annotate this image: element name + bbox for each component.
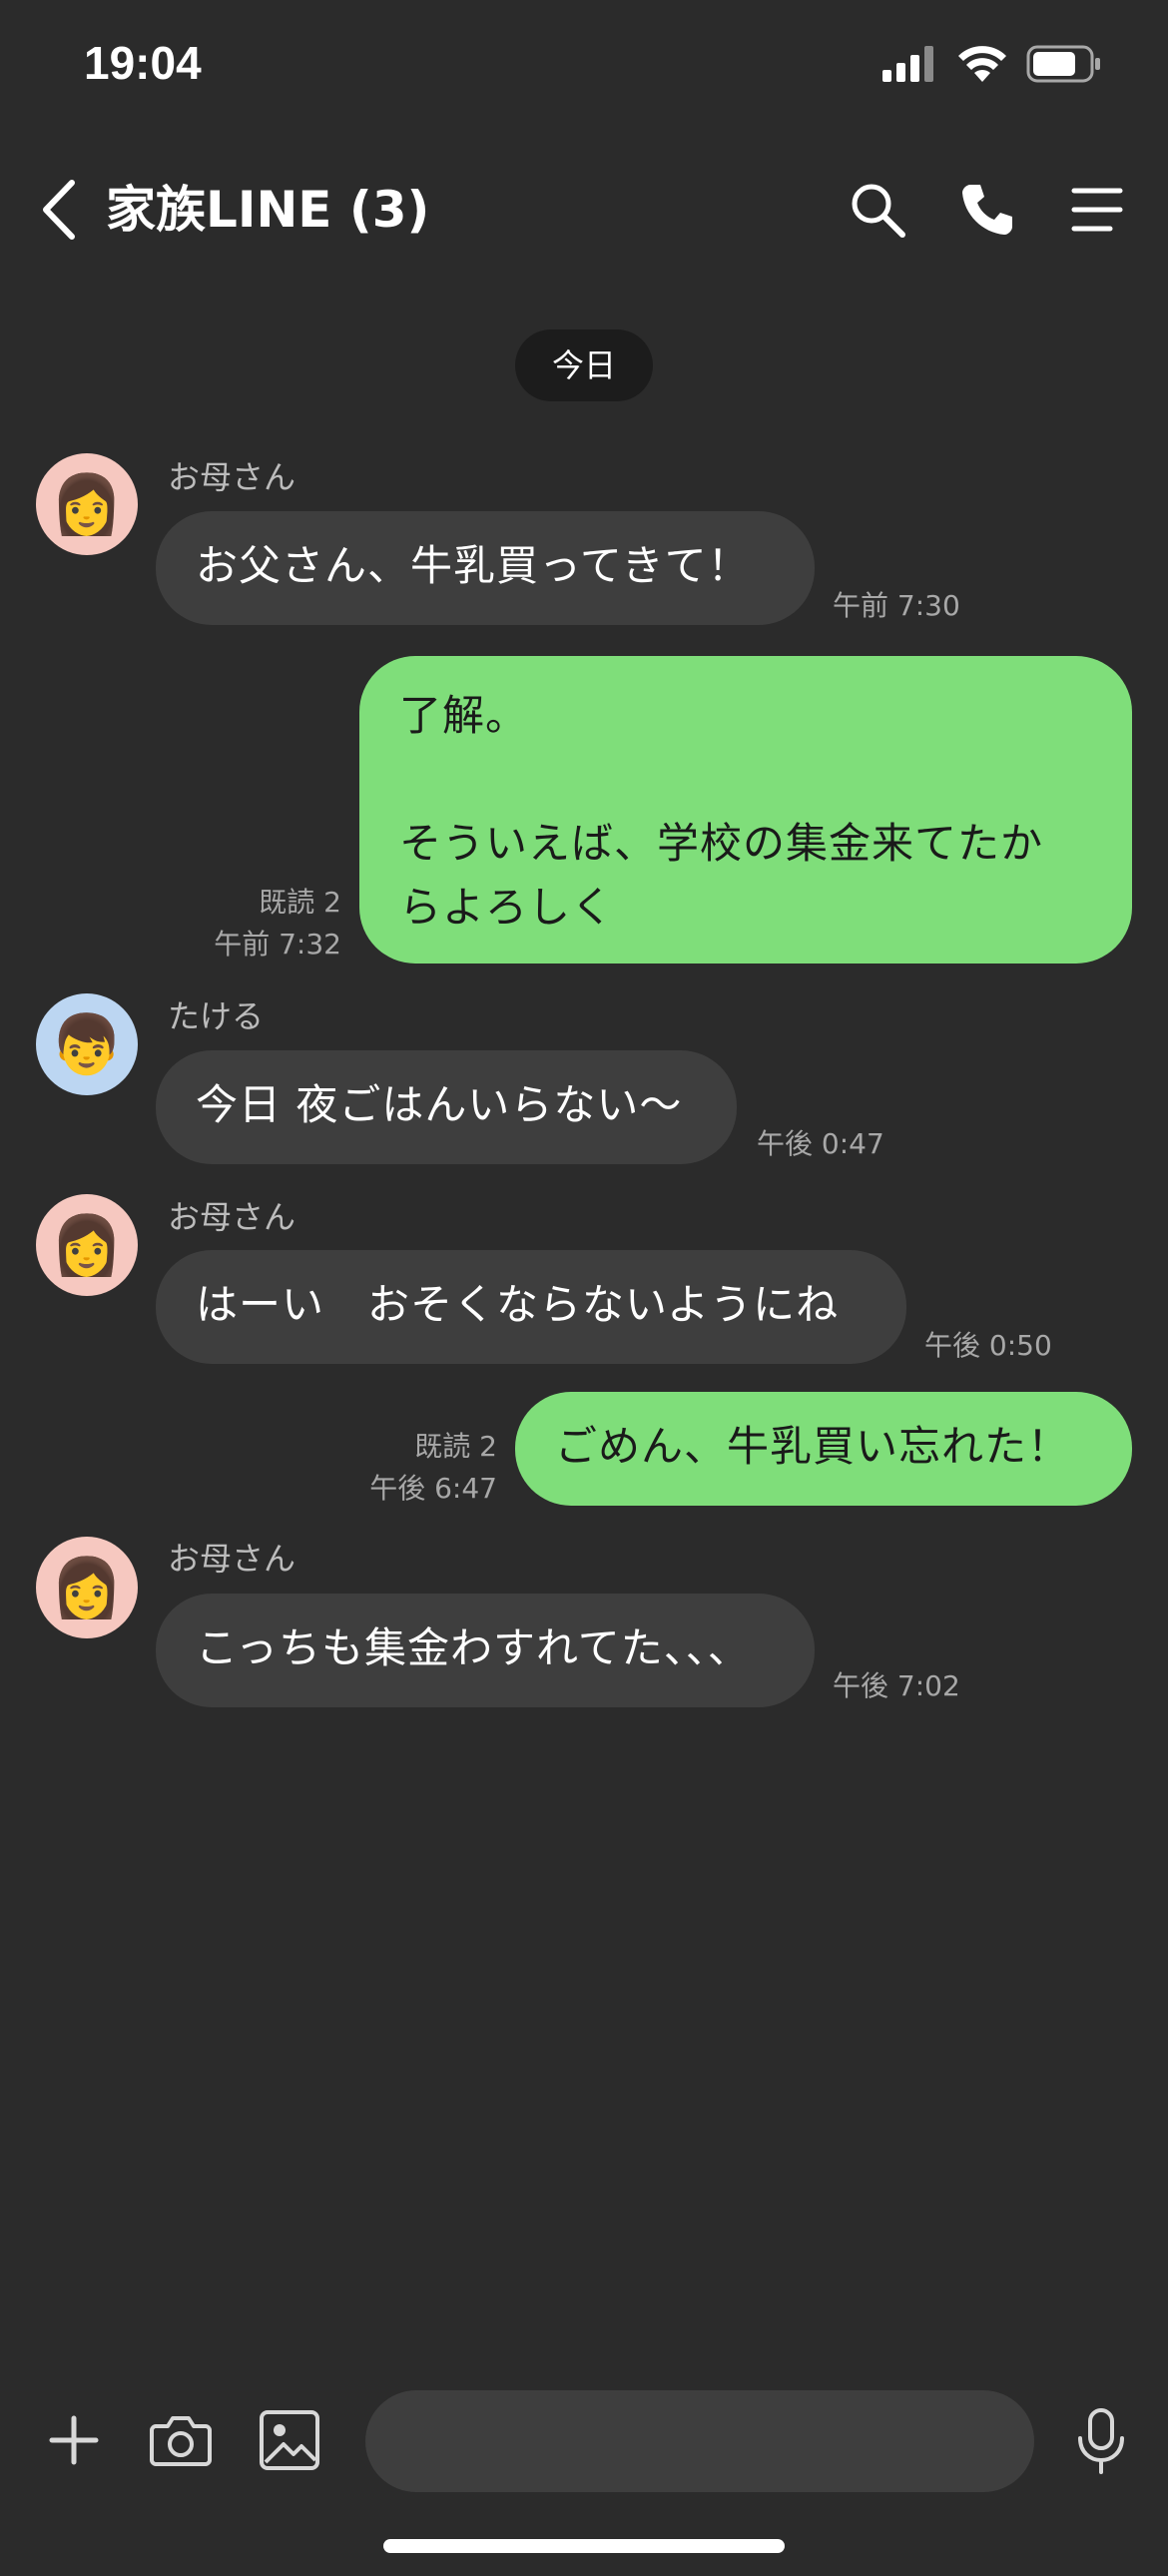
sender-name: お母さん: [168, 458, 296, 496]
wifi-icon: [958, 46, 1006, 82]
battery-icon: [1026, 45, 1100, 83]
woman-emoji-avatar: 👩: [50, 470, 124, 538]
back-icon[interactable]: [36, 177, 86, 243]
avatar-mom[interactable]: 👩: [36, 1194, 138, 1296]
message-bubble-outgoing[interactable]: ごめん、牛乳買い忘れた！: [515, 1392, 1132, 1506]
message-line: らよろしく: [399, 883, 615, 932]
message-line: [399, 748, 1092, 812]
avatar-takeru[interactable]: 👦: [36, 993, 138, 1095]
message-input[interactable]: [365, 2390, 1034, 2492]
boy-emoji-avatar: 👦: [50, 1010, 124, 1078]
chat-header: 家族LINE (3): [0, 165, 1168, 255]
avatar-mom[interactable]: 👩: [36, 453, 138, 555]
sender-name: お母さん: [168, 1540, 296, 1578]
message-time: 午後 6:47: [369, 1472, 497, 1505]
plus-icon[interactable]: [44, 2410, 104, 2470]
message-bubble-incoming[interactable]: 今日 夜ごはんいらない〜: [156, 1050, 737, 1164]
camera-icon[interactable]: [148, 2410, 214, 2470]
message-time: 午後 7:02: [833, 1669, 960, 1702]
message-time: 午前 7:32: [214, 928, 341, 961]
signal-icon: [882, 46, 933, 82]
home-indicator[interactable]: [383, 2539, 785, 2553]
woman-emoji-avatar: 👩: [50, 1211, 124, 1279]
status-time: 19:04: [84, 37, 202, 89]
phone-icon[interactable]: [956, 179, 1018, 241]
message-line: 了解。: [399, 691, 529, 740]
microphone-icon[interactable]: [1074, 2406, 1128, 2476]
message-time: 午前 7:30: [833, 589, 960, 622]
sender-name: お母さん: [168, 1198, 296, 1236]
message-time: 午後 0:50: [924, 1329, 1052, 1362]
woman-emoji-avatar: 👩: [50, 1554, 124, 1621]
search-icon[interactable]: [847, 179, 908, 241]
chat-title[interactable]: 家族LINE (3): [106, 177, 429, 243]
message-bubble-incoming[interactable]: こっちも集金わすれてた、、、: [156, 1594, 815, 1707]
message-time: 午後 0:47: [757, 1127, 884, 1160]
menu-icon[interactable]: [1066, 179, 1128, 241]
date-divider: 今日: [515, 329, 653, 401]
message-bubble-outgoing[interactable]: 了解。 そういえば、学校の集金来てたか らよろしく: [359, 656, 1132, 964]
message-bubble-incoming[interactable]: はーい おそくならないようにね: [156, 1250, 906, 1364]
sender-name: たける: [168, 997, 265, 1035]
status-icons: [882, 44, 1102, 84]
message-bubble-incoming[interactable]: お父さん、牛乳買ってきて！: [156, 511, 815, 625]
read-receipt: 既読 2: [259, 886, 341, 919]
read-receipt: 既読 2: [414, 1430, 497, 1463]
message-line: そういえば、学校の集金来てたか: [399, 819, 1044, 868]
avatar-mom[interactable]: 👩: [36, 1537, 138, 1638]
image-icon[interactable]: [258, 2408, 321, 2472]
